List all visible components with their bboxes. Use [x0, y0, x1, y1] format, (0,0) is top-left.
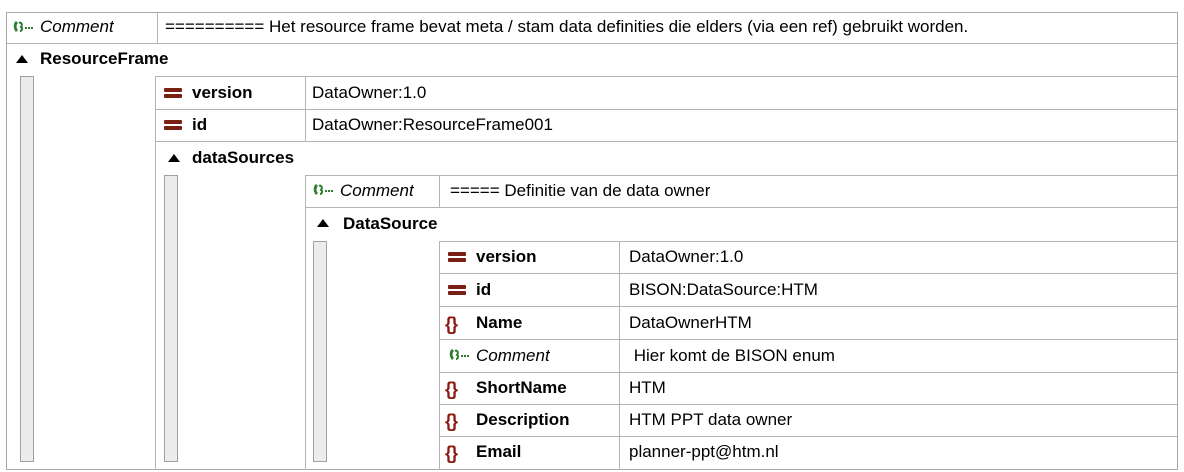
rf-id-value[interactable]: DataOwner:ResourceFrame001 [312, 110, 553, 140]
rf-version-label: version [192, 83, 253, 102]
attribute-icon [164, 86, 182, 100]
collapse-resourceframe-icon[interactable] [16, 55, 28, 63]
datasources-label[interactable]: dataSources [192, 143, 294, 173]
ds-name-label: Name [476, 313, 523, 332]
ds-comment-value[interactable]: Hier komt de BISON enum [629, 341, 835, 371]
ds-id-label: id [476, 280, 492, 299]
ds-shortname-value[interactable]: HTM [629, 373, 666, 403]
comment-icon [12, 19, 34, 35]
attribute-icon [448, 283, 466, 297]
ds-version-label: version [476, 247, 537, 266]
element-icon: {} [445, 443, 458, 463]
ds-version-value[interactable]: DataOwner:1.0 [629, 242, 743, 272]
collapse-datasource-icon[interactable] [317, 219, 329, 227]
header-comment-label: Comment [40, 17, 114, 36]
ds-name-value[interactable]: DataOwnerHTM [629, 308, 752, 338]
element-icon: {} [445, 411, 458, 431]
datasource-label[interactable]: DataSource [343, 209, 437, 239]
comment-icon [448, 347, 470, 363]
ds-description-value[interactable]: HTM PPT data owner [629, 405, 792, 435]
rf-id-label: id [192, 115, 208, 134]
attribute-icon [164, 118, 182, 132]
datasources-comment-text[interactable]: ===== Definitie van de data owner [450, 176, 710, 206]
datasources-collapse-bar[interactable] [164, 175, 178, 462]
header-comment-text[interactable]: ========== Het resource frame bevat meta… [165, 12, 1170, 42]
ds-id-value[interactable]: BISON:DataSource:HTM [629, 275, 818, 305]
ds-comment-label: Comment [476, 346, 550, 365]
ds-email-value[interactable]: planner-ppt@htm.nl [629, 437, 779, 467]
element-icon: {} [445, 314, 458, 334]
resourceframe-collapse-bar[interactable] [20, 76, 34, 462]
comment-icon [312, 182, 334, 198]
rf-version-value[interactable]: DataOwner:1.0 [312, 78, 426, 108]
ds-description-label: Description [476, 410, 570, 429]
resourceframe-label[interactable]: ResourceFrame [40, 44, 169, 74]
datasource-collapse-bar[interactable] [313, 241, 327, 462]
ds-shortname-label: ShortName [476, 378, 567, 397]
collapse-datasources-icon[interactable] [168, 154, 180, 162]
ds-email-label: Email [476, 442, 522, 461]
datasources-comment-label: Comment [340, 181, 414, 200]
attribute-icon [448, 250, 466, 264]
element-icon: {} [445, 379, 458, 399]
